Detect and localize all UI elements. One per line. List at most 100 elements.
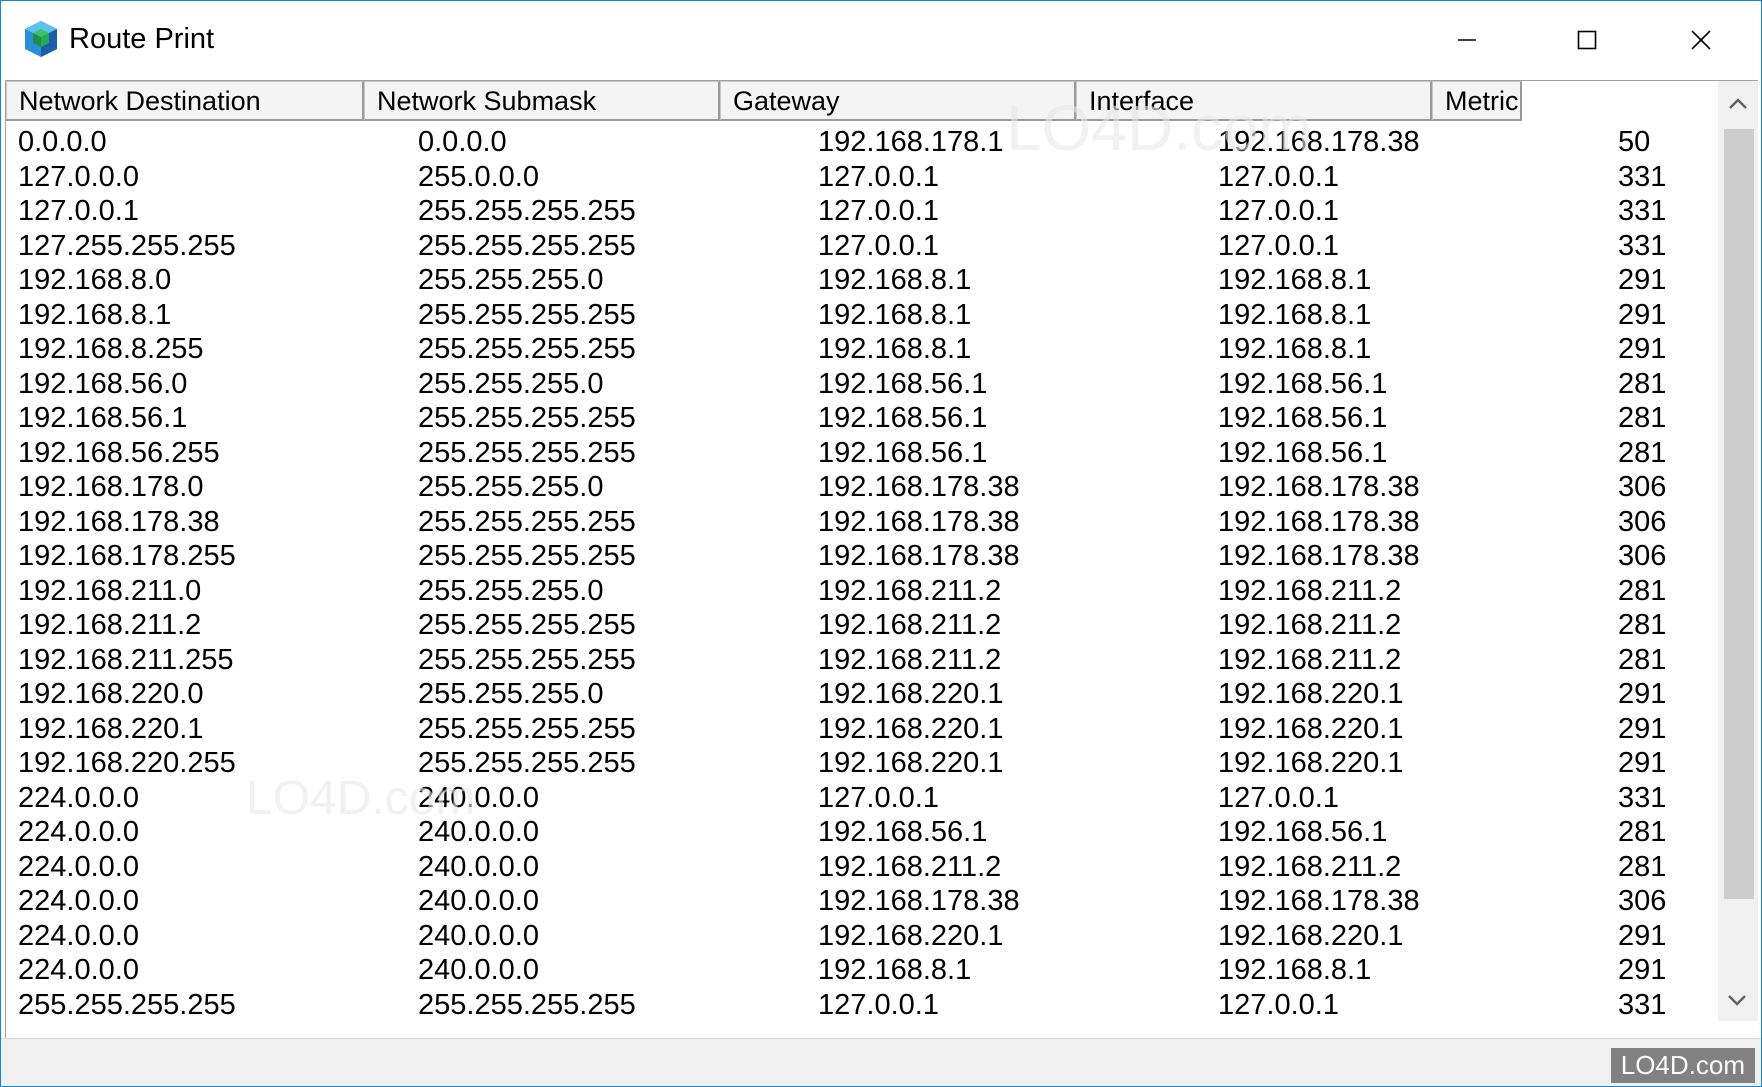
cell-interface: 192.168.220.1 [1218,919,1404,952]
table-row[interactable]: 255.255.255.255 255.255.255.255 127.0.0.1 1… [6,988,1718,1023]
minimize-button[interactable] [1413,1,1521,79]
cube-icon [25,21,57,57]
cell-metric: 291 [1618,712,1667,745]
table-row[interactable]: 192.168.178.38 255.255.255.255 192.168.178… [6,505,1718,540]
cell-interface: 192.168.56.1 [1218,402,1388,434]
cell-metric: 306 [1618,885,1667,917]
vertical-scrollbar[interactable] [1718,81,1758,1021]
cell-destination: 192.168.8.1 [18,298,172,331]
table-row[interactable]: 192.168.56.1 255.255.255.255 192.168.56.1 1… [6,401,1718,436]
table-row[interactable]: 224.0.0.0 240.0.0.0 192.168.211.2 192.168.2… [6,850,1718,885]
cell-destination: 192.168.178.38 [18,505,220,538]
cell-interface: 192.168.8.1 [1218,298,1372,331]
table-row[interactable]: 224.0.0.0 240.0.0.0 192.168.220.1 192.168.2… [6,919,1718,954]
cell-gateway: 192.168.178.38 [818,471,1020,503]
table-row[interactable]: 127.0.0.0 255.0.0.0 127.0.0.1 127.0.0.1 331 [6,160,1718,195]
table-row[interactable]: 127.255.255.255 255.255.255.255 127.0.0.1 1… [6,229,1718,264]
cell-gateway: 192.168.8.1 [818,264,972,296]
cell-submask: 255.255.255.255 [418,505,636,538]
cell-submask: 255.255.255.0 [418,264,604,296]
cell-submask: 255.0.0.0 [418,160,539,193]
cell-destination: 192.168.220.1 [18,712,204,745]
cell-interface: 192.168.220.1 [1218,747,1404,779]
table-row[interactable]: 192.168.220.1 255.255.255.255 192.168.220.… [6,712,1718,747]
cell-gateway: 192.168.211.2 [818,574,1002,607]
cell-gateway: 192.168.220.1 [818,712,1004,745]
cell-destination: 127.0.0.1 [18,195,139,227]
column-header-network-submask[interactable]: Network Submask [364,81,720,121]
cell-destination: 192.168.178.255 [18,540,236,572]
cell-interface: 192.168.56.1 [1218,436,1388,469]
cell-gateway: 192.168.178.38 [818,505,1020,538]
column-header-gateway[interactable]: Gateway [720,81,1076,121]
table-row[interactable]: 224.0.0.0 240.0.0.0 192.168.8.1 192.168.8.1… [6,953,1718,988]
table-row[interactable]: 192.168.8.1 255.255.255.255 192.168.8.1 192… [6,298,1718,333]
cell-metric: 306 [1618,505,1667,538]
cell-destination: 224.0.0.0 [18,885,139,917]
table-row[interactable]: 192.168.8.0 255.255.255.0 192.168.8.1 192.1… [6,263,1718,298]
cell-interface: 127.0.0.1 [1218,195,1339,227]
route-table[interactable]: Network Destination Network Submask Gate… [5,80,1758,1039]
table-row[interactable]: 192.168.211.255 255.255.255.255 192.168.21… [6,643,1718,678]
close-icon [1691,30,1711,50]
cell-destination: 224.0.0.0 [18,850,139,883]
column-header-network-destination[interactable]: Network Destination [6,81,364,121]
table-row[interactable]: 224.0.0.0 240.0.0.0 127.0.0.1 127.0.0.1 331 [6,781,1718,816]
cell-destination: 192.168.220.255 [18,747,236,779]
table-row[interactable]: 224.0.0.0 240.0.0.0 192.168.178.38 192.168.… [6,884,1718,919]
cell-metric: 331 [1618,781,1667,814]
cell-destination: 127.255.255.255 [18,229,236,262]
cell-submask: 255.255.255.0 [418,574,604,607]
cell-interface: 127.0.0.1 [1218,160,1339,193]
cell-gateway: 192.168.56.1 [818,402,988,434]
cell-interface: 192.168.211.2 [1218,643,1402,676]
table-row[interactable]: 192.168.178.0 255.255.255.0 192.168.178.38… [6,470,1718,505]
table-row[interactable]: 192.168.56.0 255.255.255.0 192.168.56.1 192… [6,367,1718,402]
table-row[interactable]: 192.168.220.0 255.255.255.0 192.168.220.1 1… [6,677,1718,712]
cell-submask: 255.255.255.255 [418,333,636,365]
cell-gateway: 192.168.8.1 [818,333,972,365]
cell-submask: 0.0.0.0 [418,126,507,158]
table-row[interactable]: 127.0.0.1 255.255.255.255 127.0.0.1 127.0.0… [6,194,1718,229]
cell-submask: 255.255.255.255 [418,436,636,469]
cell-gateway: 192.168.178.38 [818,540,1020,572]
cell-destination: 192.168.8.0 [18,264,172,296]
cell-interface: 192.168.220.1 [1218,678,1404,710]
cell-submask: 255.255.255.255 [418,609,636,641]
table-row[interactable]: 192.168.220.255 255.255.255.255 192.168.22… [6,746,1718,781]
cell-interface: 192.168.8.1 [1218,264,1372,296]
close-button[interactable] [1647,1,1755,79]
cell-interface: 192.168.211.2 [1218,574,1402,607]
title-bar[interactable]: Route Print [1,1,1761,79]
cell-gateway: 127.0.0.1 [818,195,939,227]
table-row[interactable]: 192.168.56.255 255.255.255.255 192.168.56.… [6,436,1718,471]
cell-interface: 192.168.56.1 [1218,367,1388,400]
cell-destination: 127.0.0.0 [18,160,139,193]
table-row[interactable]: 192.168.211.0 255.255.255.0 192.168.211.2 1… [6,574,1718,609]
cell-interface: 192.168.178.38 [1218,885,1420,917]
cell-metric: 281 [1618,643,1667,676]
table-row[interactable]: 192.168.8.255 255.255.255.255 192.168.8.1 1… [6,332,1718,367]
column-header-interface[interactable]: Interface [1076,81,1432,121]
cell-metric: 291 [1618,747,1667,779]
cell-metric: 291 [1618,919,1667,952]
watermark-logo: LO4D.com [1610,1048,1755,1083]
cell-destination: 224.0.0.0 [18,816,139,848]
cell-gateway: 192.168.56.1 [818,436,988,469]
cell-metric: 291 [1618,298,1667,331]
maximize-button[interactable] [1533,1,1641,79]
table-row[interactable]: 224.0.0.0 240.0.0.0 192.168.56.1 192.168.56… [6,815,1718,850]
table-row[interactable]: 0.0.0.0 0.0.0.0 192.168.178.1 192.168.178.3… [6,125,1718,160]
column-header-metric[interactable]: Metric [1432,81,1522,121]
cell-metric: 281 [1618,436,1667,469]
table-row[interactable]: 192.168.178.255 255.255.255.255 192.168.17… [6,539,1718,574]
cell-submask: 255.255.255.0 [418,678,604,710]
cell-submask: 255.255.255.255 [418,298,636,331]
scroll-up-button[interactable] [1718,83,1758,123]
scroll-down-button[interactable] [1717,981,1757,1021]
table-row[interactable]: 192.168.211.2 255.255.255.255 192.168.211.… [6,608,1718,643]
cell-submask: 255.255.255.255 [418,643,636,676]
cell-gateway: 192.168.56.1 [818,367,988,400]
cell-interface: 192.168.178.38 [1218,126,1420,158]
scroll-thumb[interactable] [1724,129,1754,899]
